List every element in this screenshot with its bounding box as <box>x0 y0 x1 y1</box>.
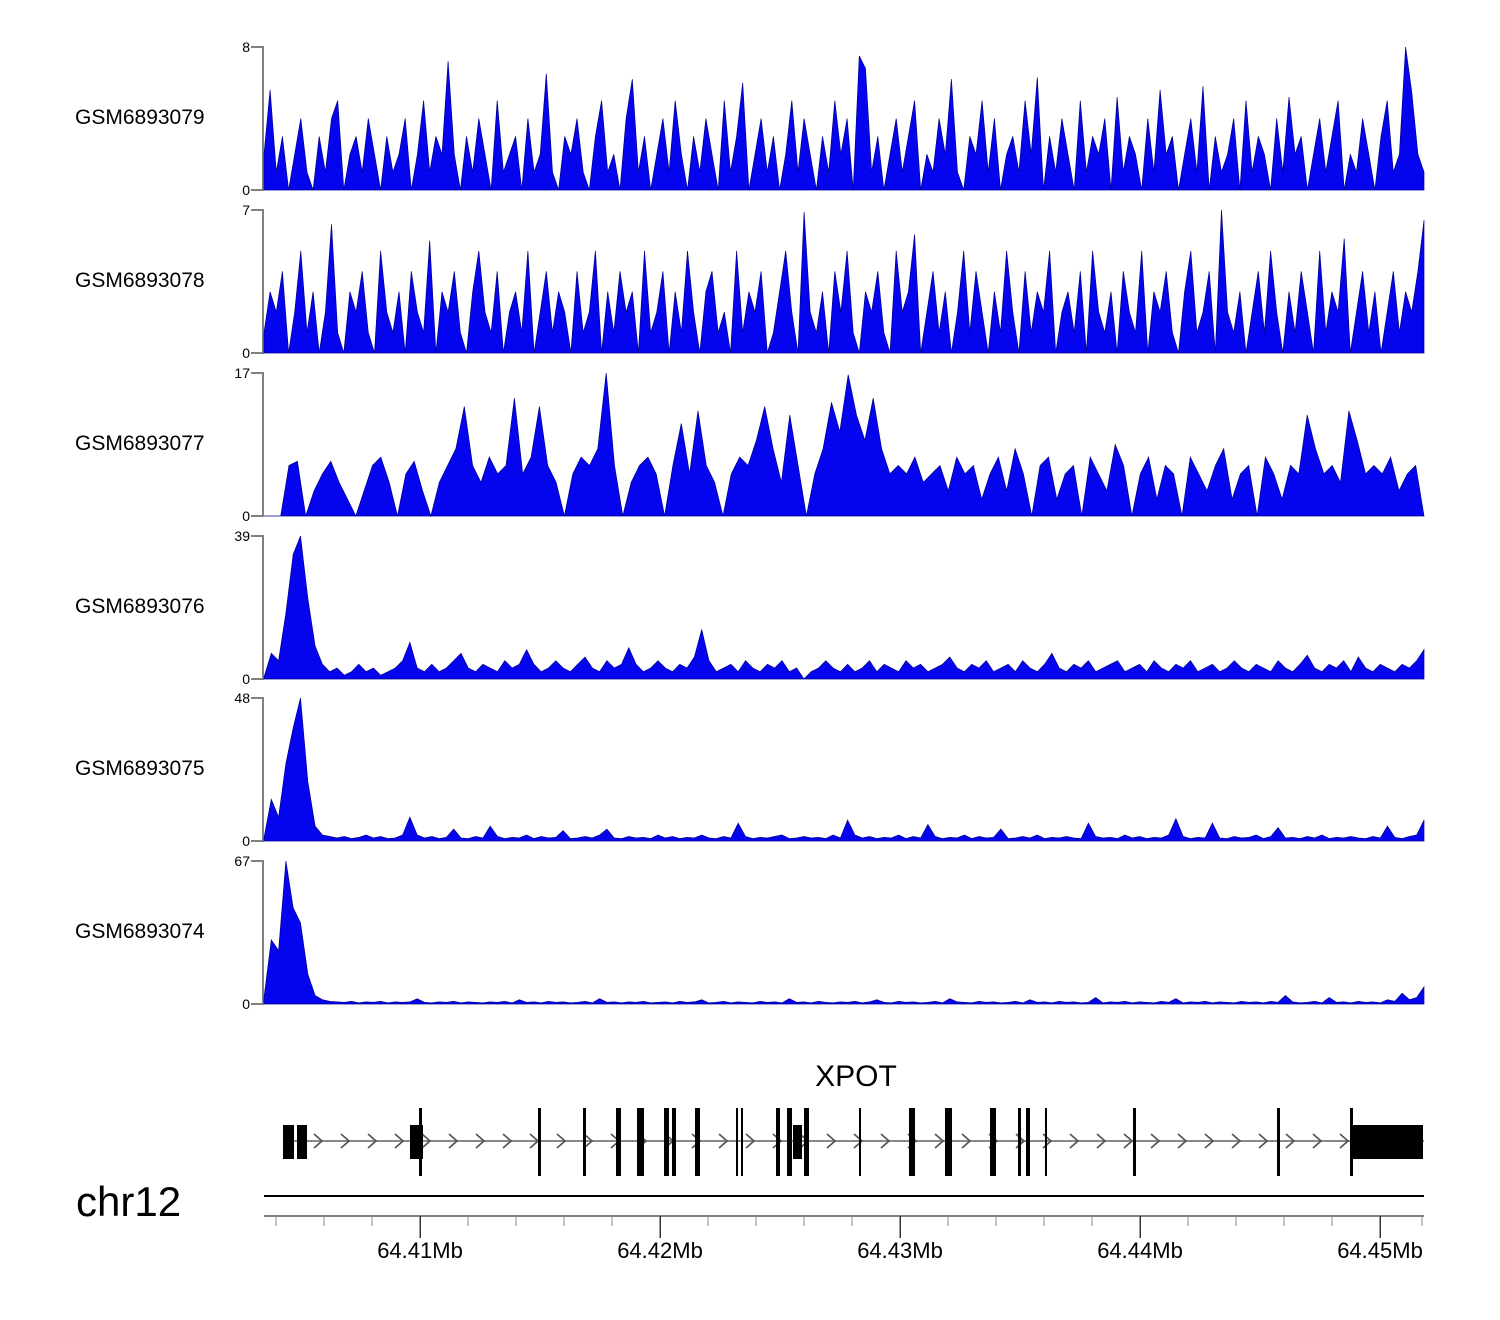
track-ymin-label: 0 <box>202 672 250 686</box>
exon-box <box>945 1108 952 1176</box>
coverage-area <box>264 373 1424 516</box>
track-ymin-label: 0 <box>202 834 250 848</box>
genome-axis-scale: 64.41Mb 64.42Mb 64.43Mb 64.44Mb 64.45Mb <box>264 1190 1424 1280</box>
track-ymax-label: 67 <box>202 854 250 868</box>
track-axis-bracket-bottom <box>251 189 264 191</box>
exon-box <box>1045 1108 1047 1176</box>
coverage-area <box>264 698 1424 841</box>
genome-browser-figure: GSM6893079 8 0 GSM6893078 7 0 GSM6893077 17 0 GSM… <box>0 0 1500 1320</box>
axis-tick-label: 64.43Mb <box>857 1238 943 1263</box>
exon-box <box>297 1125 307 1159</box>
track-axis-bracket-bottom <box>251 352 264 354</box>
track-sample-label: GSM6893074 <box>75 920 205 944</box>
exon-box <box>804 1108 809 1176</box>
track-ymax-label: 17 <box>202 366 250 380</box>
track-axis-bracket-top <box>251 697 264 699</box>
exon-box <box>1018 1108 1021 1176</box>
axis-tick-label: 64.44Mb <box>1097 1238 1183 1263</box>
track-sample-label: GSM6893075 <box>75 757 205 781</box>
track-axis-bracket-top <box>251 535 264 537</box>
track-axis-bracket-bottom <box>251 515 264 517</box>
exon-box <box>736 1108 738 1176</box>
track-axis-bracket-top <box>251 860 264 862</box>
exon-box <box>419 1108 422 1176</box>
exon-box <box>664 1108 669 1176</box>
exon-box <box>538 1108 541 1176</box>
track-ymin-label: 0 <box>202 509 250 523</box>
axis-tick-label: 64.42Mb <box>617 1238 703 1263</box>
track-ymax-label: 7 <box>202 203 250 217</box>
exon-box <box>616 1108 621 1176</box>
exon-box <box>859 1108 861 1176</box>
track-ymin-label: 0 <box>202 997 250 1011</box>
track-ymin-label: 0 <box>202 346 250 360</box>
exon-box <box>1026 1108 1030 1176</box>
coverage-area <box>264 47 1424 190</box>
track-ymax-label: 8 <box>202 40 250 54</box>
gene-model-diagram <box>264 1100 1424 1188</box>
exon-box <box>793 1125 802 1159</box>
coverage-area <box>264 861 1424 1004</box>
track-ymin-label: 0 <box>202 183 250 197</box>
coverage-area <box>264 536 1424 679</box>
track-axis-bracket-top <box>251 372 264 374</box>
track-sample-label: GSM6893077 <box>75 432 205 456</box>
exon-box <box>672 1108 676 1176</box>
exon-box <box>1277 1108 1280 1176</box>
track-ymax-label: 39 <box>202 529 250 543</box>
axis-tick-label: 64.41Mb <box>377 1238 463 1263</box>
exon-box <box>637 1108 644 1176</box>
exon-box <box>990 1108 996 1176</box>
track-sample-label: GSM6893078 <box>75 269 205 293</box>
exon-box <box>283 1125 294 1159</box>
exon-box <box>787 1108 792 1176</box>
track-sample-label: GSM6893076 <box>75 595 205 619</box>
coverage-area <box>264 210 1424 353</box>
exon-box <box>1352 1125 1423 1159</box>
exon-box <box>695 1108 700 1176</box>
track-sample-label: GSM6893079 <box>75 106 205 130</box>
exon-box <box>776 1108 780 1176</box>
chromosome-label: chr12 <box>76 1178 181 1226</box>
track-axis-bracket-top <box>251 46 264 48</box>
exon-box <box>583 1108 586 1176</box>
track-axis-bracket-bottom <box>251 840 264 842</box>
track-axis-bracket-bottom <box>251 1003 264 1005</box>
exon-box <box>741 1108 743 1176</box>
exon-box <box>909 1108 915 1176</box>
track-axis-bracket-top <box>251 209 264 211</box>
axis-tick-label: 64.45Mb <box>1337 1238 1423 1263</box>
gene-name-label: XPOT <box>786 1060 926 1094</box>
exon-box <box>1133 1108 1136 1176</box>
track-axis-bracket-bottom <box>251 678 264 680</box>
track-ymax-label: 48 <box>202 691 250 705</box>
